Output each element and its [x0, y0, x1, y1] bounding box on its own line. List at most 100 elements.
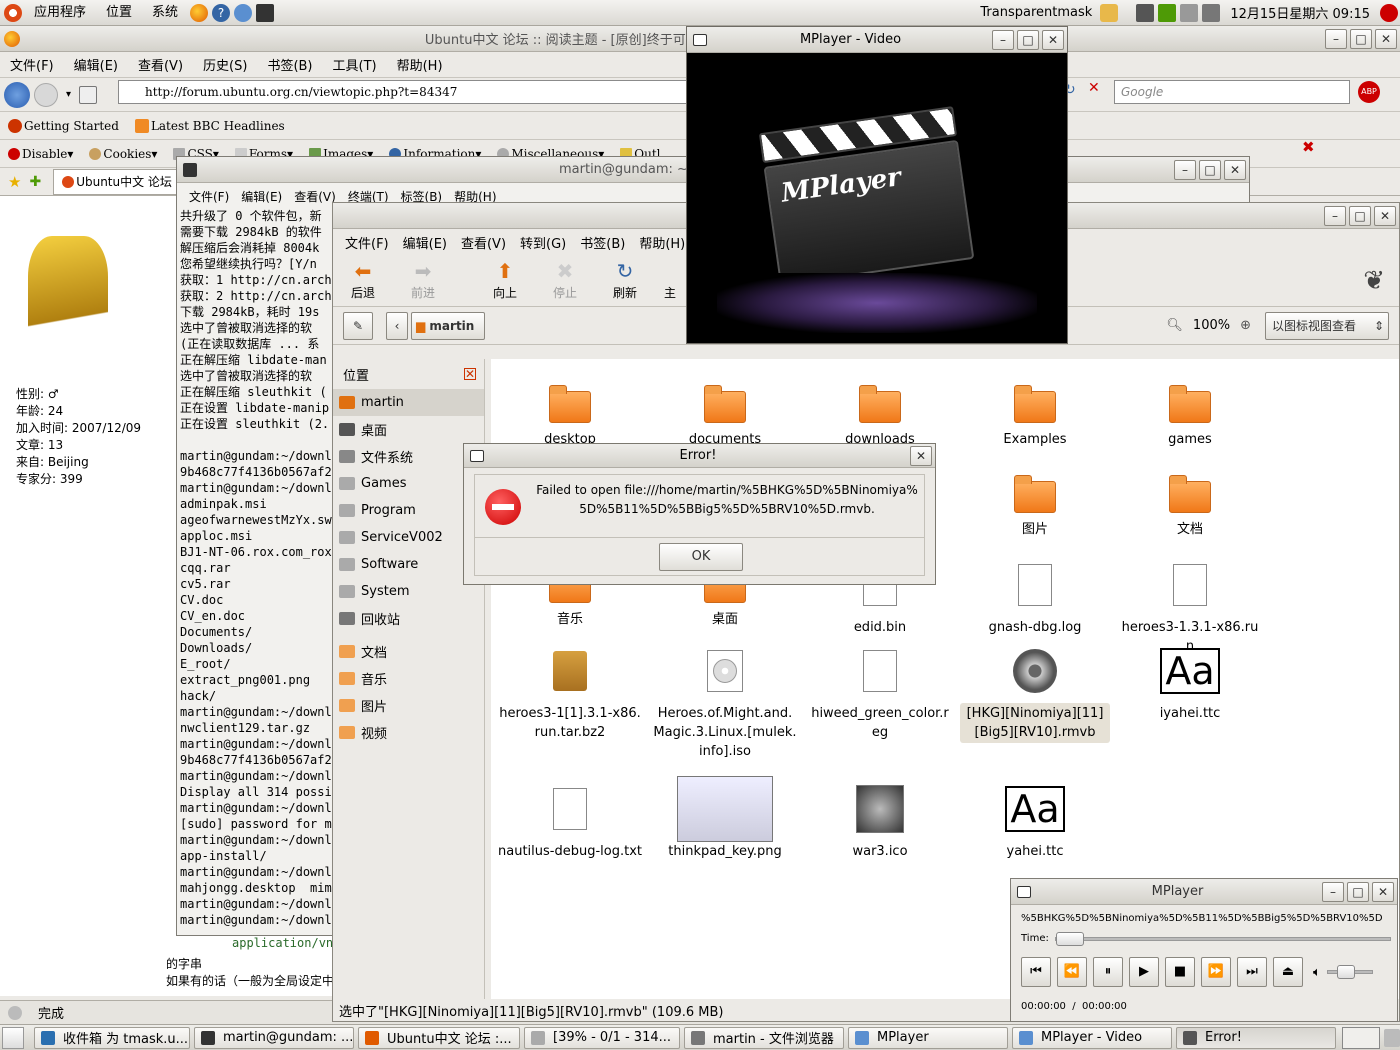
skip-back-button[interactable]: ⏮: [1021, 957, 1051, 987]
battery-tray-icon[interactable]: [1158, 3, 1177, 22]
file-item[interactable]: downloads: [805, 373, 955, 450]
sidebar-item-8[interactable]: 回收站: [333, 605, 484, 632]
nautilus-minimize-button[interactable]: –: [1324, 205, 1346, 226]
mplayer-video-titlebar[interactable]: MPlayer - Video – □ ✕: [687, 27, 1067, 53]
add-bookmark-icon[interactable]: ✚: [29, 174, 41, 190]
time-slider-knob[interactable]: [1055, 931, 1084, 946]
file-item[interactable]: hiweed_green_color.reg: [805, 639, 955, 743]
maximize-button[interactable]: □: [1350, 28, 1372, 49]
network-launcher-icon[interactable]: [234, 3, 253, 22]
adblock-icon[interactable]: ABP: [1358, 81, 1380, 103]
path-martin-button[interactable]: ▆ martin: [411, 311, 485, 340]
terminal-maximize-button[interactable]: □: [1199, 159, 1221, 180]
menu-history[interactable]: 历史(S): [203, 55, 247, 74]
file-item[interactable]: thinkpad_key.png: [650, 776, 800, 862]
network-tray-icon[interactable]: [1136, 3, 1155, 22]
sidebar-item-5[interactable]: ServiceV002: [333, 524, 484, 551]
ubuntu-logo-icon[interactable]: [4, 3, 22, 22]
terminal-menu-view[interactable]: 查看(V): [294, 188, 336, 205]
back-button[interactable]: ⬅ 后退: [333, 260, 393, 301]
error-titlebar[interactable]: Error! ✕: [464, 444, 935, 468]
menu-help[interactable]: 帮助(H): [397, 55, 443, 74]
taskbar-button[interactable]: martin - 文件浏览器: [684, 1026, 844, 1049]
forward-icon[interactable]: [34, 82, 58, 107]
show-desktop-icon[interactable]: [2, 1026, 24, 1049]
file-item[interactable]: games: [1115, 373, 1265, 450]
tray-label[interactable]: Transparentmask: [980, 5, 1092, 20]
pause-button[interactable]: ⏸: [1093, 957, 1123, 987]
terminal-close-button[interactable]: ✕: [1224, 159, 1246, 180]
search-input[interactable]: Google: [1114, 80, 1350, 104]
bookmark-star-icon[interactable]: ★: [8, 173, 21, 191]
sidebar-title[interactable]: 位置: [343, 365, 369, 384]
play-button[interactable]: ▶: [1129, 957, 1159, 987]
firefox-launcher-icon[interactable]: [190, 3, 209, 22]
sidebar-item-2[interactable]: 文件系统: [333, 443, 484, 470]
eject-button[interactable]: ⏏: [1273, 957, 1303, 987]
file-item[interactable]: Examples: [960, 373, 1110, 450]
view-mode-select[interactable]: 以图标视图查看 ⇕: [1265, 311, 1389, 340]
volume-slider[interactable]: [1326, 965, 1373, 979]
terminal-launcher-icon[interactable]: [256, 3, 275, 22]
video-maximize-button[interactable]: □: [1017, 29, 1039, 50]
nautilus-close-button[interactable]: ✕: [1374, 205, 1396, 226]
time-slider[interactable]: [1054, 931, 1391, 946]
file-item[interactable]: Heroes.of.Might.and.Magic.3.Linux.[mulek…: [650, 639, 800, 762]
taskbar-button[interactable]: 收件箱 为 tmask.u...: [34, 1026, 190, 1049]
up-button[interactable]: ⬆ 向上: [475, 260, 535, 301]
sidebar-item-1[interactable]: 桌面: [333, 416, 484, 443]
zoom-in-icon[interactable]: ⊕: [1240, 318, 1251, 333]
menu-applications[interactable]: 应用程序: [24, 0, 96, 26]
sidebar-close-icon[interactable]: ✕: [464, 368, 476, 380]
sidebar-item-0[interactable]: martin: [333, 389, 484, 416]
nautilus-menu-go[interactable]: 转到(G): [520, 233, 566, 252]
video-minimize-button[interactable]: –: [992, 29, 1014, 50]
volume-slider-knob[interactable]: [1336, 965, 1355, 979]
taskbar-button[interactable]: [39% - 0/1 - 314...: [524, 1026, 680, 1049]
tab-forum[interactable]: Ubuntu中文 论坛: [53, 168, 179, 195]
sidebar-bookmark-0[interactable]: 文档: [333, 638, 484, 665]
file-item[interactable]: Aa yahei.ttc: [960, 777, 1110, 862]
workspace-switcher[interactable]: [1342, 1026, 1380, 1049]
taskbar-button[interactable]: MPlayer - Video: [1012, 1026, 1172, 1049]
menu-view[interactable]: 查看(V): [138, 55, 183, 74]
sidebar-bookmark-1[interactable]: 音乐: [333, 665, 484, 692]
taskbar-button[interactable]: Ubuntu中文 论坛 :...: [358, 1026, 520, 1049]
sidebar-item-3[interactable]: Games: [333, 470, 484, 497]
menu-places[interactable]: 位置: [96, 0, 142, 26]
tray-app-icon[interactable]: [1100, 3, 1119, 22]
mplayer-control-titlebar[interactable]: MPlayer – □ ✕: [1011, 879, 1397, 905]
volume-tray-icon[interactable]: [1202, 3, 1221, 22]
home-icon[interactable]: [79, 85, 98, 104]
nautilus-menu-file[interactable]: 文件(F): [345, 233, 389, 252]
terminal-menu-edit[interactable]: 编辑(E): [241, 188, 282, 205]
file-item[interactable]: gnash-dbg.log: [960, 553, 1110, 638]
menu-system[interactable]: 系统: [142, 0, 188, 26]
menu-tools[interactable]: 工具(T): [333, 55, 377, 74]
error-ok-button[interactable]: OK: [659, 543, 743, 571]
history-dropdown-icon[interactable]: ▾: [66, 89, 71, 100]
back-icon[interactable]: [4, 81, 30, 108]
sidebar-bookmark-3[interactable]: 视频: [333, 719, 484, 746]
trash-icon[interactable]: [1384, 1028, 1400, 1047]
bookmark-getting-started[interactable]: Getting Started: [24, 119, 119, 133]
forward-button[interactable]: ➡ 前进: [393, 260, 453, 301]
file-item[interactable]: [HKG][Ninomiya][11][Big5][RV10].rmvb: [960, 639, 1110, 743]
devbar-close-icon[interactable]: ✖: [1302, 138, 1315, 156]
taskbar-button[interactable]: MPlayer: [848, 1026, 1008, 1049]
clock[interactable]: 12月15日星期六 09:15: [1230, 3, 1370, 22]
skip-forward-button[interactable]: ⏭: [1237, 957, 1267, 987]
rewind-button[interactable]: ⏪: [1057, 957, 1087, 987]
stop-button[interactable]: ✖ 停止: [535, 260, 595, 301]
close-button[interactable]: ✕: [1375, 28, 1397, 49]
edit-location-button[interactable]: ✎: [343, 311, 373, 340]
devbar-disable[interactable]: Disable▾: [22, 147, 73, 161]
ctl-maximize-button[interactable]: □: [1347, 881, 1369, 902]
sidebar-item-6[interactable]: Software: [333, 551, 484, 578]
url-input[interactable]: http://forum.ubuntu.org.cn/viewtopic.php…: [118, 80, 698, 104]
nautilus-menu-view[interactable]: 查看(V): [461, 233, 506, 252]
fast-forward-button[interactable]: ⏩: [1201, 957, 1231, 987]
sidebar-bookmark-2[interactable]: 图片: [333, 692, 484, 719]
menu-edit[interactable]: 编辑(E): [74, 55, 118, 74]
file-item[interactable]: 文档: [1115, 463, 1265, 540]
